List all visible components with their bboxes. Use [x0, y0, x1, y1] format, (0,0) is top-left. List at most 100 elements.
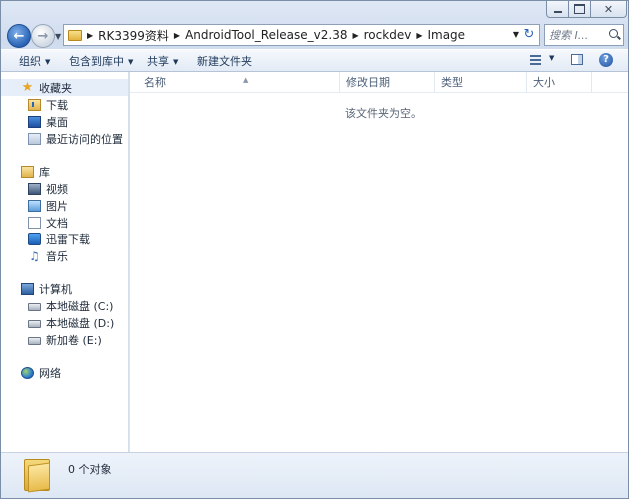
- maximize-icon: [574, 4, 585, 14]
- column-header-date-modified[interactable]: 修改日期: [340, 72, 435, 93]
- navigation-pane: ★ 收藏夹 下载 桌面 最近访问的位置 库 视频 图片 文档 迅雷下载 ♫ 音乐…: [1, 72, 129, 452]
- breadcrumb-item[interactable]: RK3399资料: [98, 27, 169, 44]
- sidebar-item-label: 本地磁盘 (D:): [46, 316, 115, 330]
- downloads-folder-icon: [28, 98, 41, 111]
- breadcrumb-item[interactable]: rockdev: [364, 28, 412, 42]
- refresh-icon[interactable]: ↻: [521, 27, 537, 43]
- organize-menu-button[interactable]: 组织 ▼: [19, 53, 50, 69]
- sidebar-item-favorites[interactable]: ★ 收藏夹: [1, 79, 128, 96]
- breadcrumb-separator-icon[interactable]: ▶: [416, 31, 422, 40]
- breadcrumb-separator-icon[interactable]: ▶: [174, 31, 180, 40]
- column-header-row: 名称 ▲ 修改日期 类型 大小: [130, 72, 628, 93]
- forward-arrow-icon: →: [37, 28, 49, 44]
- new-folder-button[interactable]: 新建文件夹: [197, 53, 252, 69]
- share-menu-button[interactable]: 共享 ▼: [147, 53, 178, 69]
- hard-drive-icon: [28, 302, 41, 311]
- sidebar-item-label: 最近访问的位置: [46, 132, 123, 146]
- breadcrumb-item[interactable]: Image: [427, 28, 465, 42]
- hard-drive-icon: [28, 319, 41, 328]
- maximize-button[interactable]: [568, 1, 591, 18]
- explorer-window: ✕ ← → ▼ ▶ RK3399资料 ▶ AndroidTool_Release…: [0, 0, 629, 499]
- include-in-library-button[interactable]: 包含到库中 ▼: [69, 53, 133, 69]
- sidebar-item-label: 网络: [39, 366, 61, 380]
- minimize-button[interactable]: [546, 1, 569, 18]
- breadcrumb-separator-icon[interactable]: ▶: [352, 31, 358, 40]
- minimize-icon: [553, 11, 562, 13]
- command-bar: 组织 ▼ 包含到库中 ▼ 共享 ▼ 新建文件夹 ▼ ?: [1, 49, 628, 72]
- title-bar: ✕: [1, 1, 628, 19]
- back-arrow-icon: ←: [13, 28, 25, 44]
- address-history-dropdown-icon[interactable]: ▼: [513, 30, 519, 39]
- video-library-icon: [28, 182, 41, 195]
- column-header-label: 类型: [441, 76, 463, 89]
- music-note-icon: ♫: [29, 248, 40, 263]
- back-button[interactable]: ←: [7, 24, 31, 48]
- include-in-library-label: 包含到库中: [69, 55, 124, 68]
- sidebar-item-libraries[interactable]: 库: [1, 163, 50, 180]
- sidebar-item-drive-c[interactable]: 本地磁盘 (C:): [1, 297, 113, 314]
- sidebar-item-label: 迅雷下载: [46, 232, 90, 246]
- column-header-type[interactable]: 类型: [435, 72, 527, 93]
- sidebar-item-drive-d[interactable]: 本地磁盘 (D:): [1, 314, 114, 331]
- column-header-size[interactable]: 大小: [527, 72, 592, 93]
- sidebar-item-network[interactable]: 网络: [1, 364, 61, 381]
- breadcrumb-separator-icon[interactable]: ▶: [87, 31, 93, 40]
- close-icon: ✕: [603, 2, 614, 16]
- sidebar-item-label: 新加卷 (E:): [46, 333, 102, 347]
- preview-pane-icon[interactable]: [571, 54, 583, 65]
- sidebar-item-downloads[interactable]: 下载: [1, 96, 68, 113]
- sidebar-item-label: 图片: [46, 199, 68, 213]
- sidebar-item-drive-e[interactable]: 新加卷 (E:): [1, 331, 102, 348]
- folder-icon: [24, 459, 50, 493]
- thunder-download-icon: [28, 232, 41, 245]
- pictures-library-icon: [28, 199, 41, 212]
- recent-places-icon: [28, 132, 41, 145]
- documents-library-icon: [28, 216, 41, 229]
- view-options-dropdown-icon[interactable]: ▼: [549, 54, 554, 62]
- empty-folder-message: 该文件夹为空。: [345, 107, 422, 120]
- sidebar-item-desktop[interactable]: 桌面: [1, 113, 68, 130]
- file-list-pane[interactable]: 名称 ▲ 修改日期 类型 大小 该文件夹为空。: [130, 72, 628, 452]
- search-icon[interactable]: [609, 29, 621, 41]
- library-icon: [21, 165, 34, 178]
- sidebar-item-label: 库: [39, 165, 50, 179]
- sidebar-item-label: 计算机: [39, 282, 72, 296]
- chevron-down-icon: ▼: [173, 58, 179, 66]
- sidebar-item-music[interactable]: ♫ 音乐: [1, 247, 68, 264]
- column-header-name[interactable]: 名称 ▲: [138, 72, 340, 93]
- sidebar-item-label: 音乐: [46, 249, 68, 263]
- forward-button[interactable]: →: [31, 24, 55, 48]
- column-header-label: 修改日期: [346, 76, 390, 89]
- sidebar-item-label: 桌面: [46, 115, 68, 129]
- sidebar-item-label: 文档: [46, 216, 68, 230]
- column-header-label: 名称: [144, 76, 166, 89]
- item-count-status: 0 个对象: [68, 463, 112, 476]
- sidebar-item-videos[interactable]: 视频: [1, 180, 68, 197]
- sidebar-item-computer[interactable]: 计算机: [1, 280, 72, 297]
- details-pane: 0 个对象: [1, 452, 628, 498]
- breadcrumb-item[interactable]: AndroidTool_Release_v2.38: [185, 28, 347, 42]
- star-icon: ★: [21, 79, 34, 95]
- close-button[interactable]: ✕: [590, 1, 627, 18]
- recent-pages-dropdown-icon[interactable]: ▼: [55, 32, 61, 41]
- sort-caret-icon: ▲: [243, 76, 249, 84]
- search-input[interactable]: [549, 28, 607, 42]
- new-folder-label: 新建文件夹: [197, 55, 252, 68]
- address-bar[interactable]: ▶ RK3399资料 ▶ AndroidTool_Release_v2.38 ▶…: [63, 24, 540, 46]
- sidebar-item-label: 收藏夹: [39, 81, 72, 95]
- search-box[interactable]: [544, 24, 624, 46]
- column-header-label: 大小: [533, 76, 555, 89]
- sidebar-item-thunder-downloads[interactable]: 迅雷下载: [1, 230, 90, 247]
- sidebar-item-documents[interactable]: 文档: [1, 214, 68, 231]
- sidebar-item-recent-places[interactable]: 最近访问的位置: [1, 130, 123, 147]
- desktop-icon: [28, 115, 41, 128]
- navigation-bar: ← → ▼ ▶ RK3399资料 ▶ AndroidTool_Release_v…: [7, 23, 624, 49]
- chevron-down-icon: ▼: [45, 58, 51, 66]
- help-icon[interactable]: ?: [599, 53, 613, 67]
- share-label: 共享: [147, 55, 169, 68]
- organize-label: 组织: [19, 55, 41, 68]
- computer-icon: [21, 282, 34, 295]
- sidebar-item-label: 视频: [46, 182, 68, 196]
- sidebar-item-pictures[interactable]: 图片: [1, 197, 68, 214]
- change-view-icon[interactable]: [530, 55, 541, 65]
